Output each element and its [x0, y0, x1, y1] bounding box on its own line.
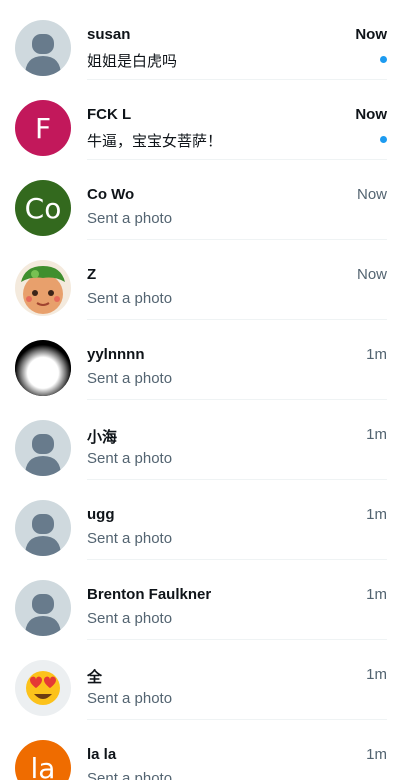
- message-preview: Sent a photo: [87, 370, 173, 387]
- avatar[interactable]: F: [15, 100, 71, 156]
- avatar-initials: Co: [24, 191, 62, 225]
- avatar[interactable]: Co: [15, 180, 71, 236]
- conversation-row[interactable]: susan 姐姐是白虎吗 Now: [0, 0, 401, 80]
- timestamp: Now: [355, 26, 387, 43]
- message-preview: Sent a photo: [87, 530, 173, 547]
- default-profile-icon[interactable]: [15, 580, 71, 636]
- conversation-row[interactable]: la la la Sent a photo 1m: [0, 720, 401, 780]
- timestamp: 1m: [366, 666, 387, 683]
- avatar-initials: la: [30, 751, 56, 780]
- timestamp: 1m: [366, 746, 387, 763]
- timestamp: 1m: [366, 426, 387, 443]
- conversation-row[interactable]: 小海 Sent a photo 1m: [0, 400, 401, 480]
- unread-dot-icon: [380, 56, 387, 63]
- message-preview: 姐姐是白虎吗: [87, 53, 178, 70]
- conversation-name: Brenton Faulkner: [87, 586, 212, 603]
- message-preview: Sent a photo: [87, 450, 173, 467]
- conversation-name: yylnnnn: [87, 346, 145, 363]
- conversation-row[interactable]: ugg Sent a photo 1m: [0, 480, 401, 560]
- timestamp: 1m: [366, 586, 387, 603]
- conversation-row[interactable]: 全 Sent a photo 1m: [0, 640, 401, 720]
- conversation-row[interactable]: Co Co Wo Sent a photo Now: [0, 160, 401, 240]
- default-profile-icon[interactable]: [15, 20, 71, 76]
- conversation-name: 全: [87, 669, 103, 686]
- timestamp: 1m: [366, 506, 387, 523]
- message-preview: 牛逼，宝宝女菩萨！: [87, 133, 223, 150]
- conversation-name: ugg: [87, 506, 115, 523]
- conversation-name: la la: [87, 746, 117, 763]
- timestamp: 1m: [366, 346, 387, 363]
- heart-eyes-emoji-icon[interactable]: [15, 660, 71, 716]
- conversation-row[interactable]: Z Sent a photo Now: [0, 240, 401, 320]
- conversation-row[interactable]: Brenton Faulkner Sent a photo 1m: [0, 560, 401, 640]
- black-white-glow-image[interactable]: [15, 340, 71, 396]
- conversation-list: susan 姐姐是白虎吗 Now F FCK L 牛逼，宝宝女菩萨！ Now Co Co Wo S…: [0, 0, 401, 780]
- conversation-name: 小海: [87, 429, 118, 446]
- conversation-name: Co Wo: [87, 186, 135, 203]
- avatar[interactable]: la: [15, 740, 71, 780]
- conversation-name: susan: [87, 26, 131, 43]
- conversation-name: FCK L: [87, 106, 132, 123]
- timestamp: Now: [355, 106, 387, 123]
- message-preview: Sent a photo: [87, 690, 173, 707]
- message-preview: Sent a photo: [87, 210, 173, 227]
- default-profile-icon[interactable]: [15, 420, 71, 476]
- message-preview: Sent a photo: [87, 290, 173, 307]
- cartoon-character-image[interactable]: [15, 260, 71, 316]
- conversation-row[interactable]: yylnnnn Sent a photo 1m: [0, 320, 401, 400]
- conversation-name: Z: [87, 266, 97, 283]
- conversation-row[interactable]: F FCK L 牛逼，宝宝女菩萨！ Now: [0, 80, 401, 160]
- message-preview: Sent a photo: [87, 770, 173, 780]
- default-profile-icon[interactable]: [15, 500, 71, 556]
- message-preview: Sent a photo: [87, 610, 173, 627]
- timestamp: Now: [356, 186, 387, 203]
- unread-dot-icon: [380, 136, 387, 143]
- timestamp: Now: [356, 266, 387, 283]
- avatar-initials: F: [34, 111, 52, 145]
